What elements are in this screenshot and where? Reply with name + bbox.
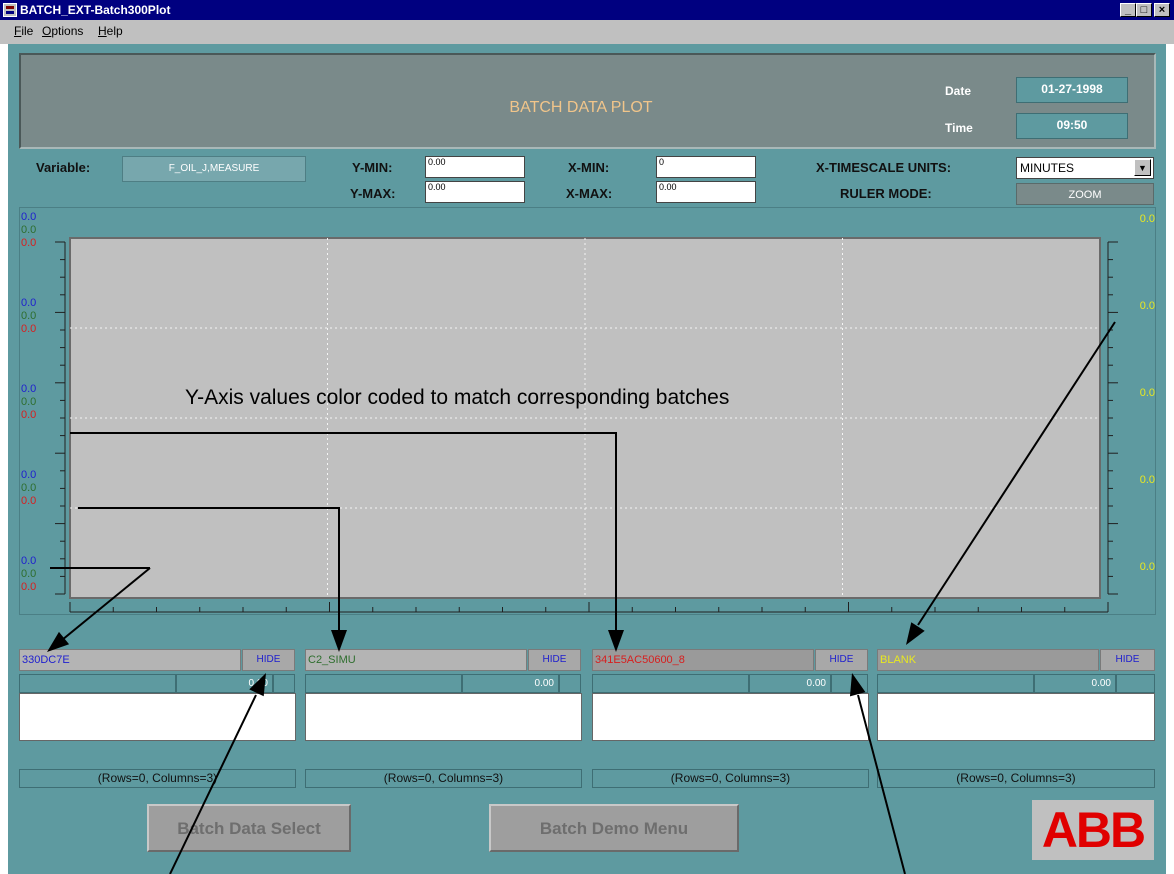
time-value: 09:50 [1016,113,1128,139]
timescale-label: X-TIMESCALE UNITS: [816,160,952,175]
header-panel: BATCH DATA PLOT Date 01-27-1998 Time 09:… [19,53,1156,149]
ymin-label: Y-MIN: [352,160,393,175]
batch-rows-3: (Rows=0, Columns=3) [592,769,869,788]
batch-data-select-button[interactable]: Batch Data Select [147,804,351,852]
y-tick-label-left: 0.0 [21,568,36,580]
y-tick-label-right: 0.0 [1140,213,1155,225]
zoom-button[interactable]: ZOOM [1016,183,1154,205]
batch-value-1: 0.00 [176,674,273,693]
y-tick-label-left: 0.0 [21,323,36,335]
y-tick-label-left: 0.0 [21,469,36,481]
batch-value-2: 0.00 [462,674,559,693]
batch-cell-4 [877,674,1034,693]
y-tick-label-left: 0.0 [21,383,36,395]
xmax-label: X-MAX: [566,186,613,201]
y-tick-label-right: 0.0 [1140,474,1155,486]
time-label: Time [945,121,973,135]
date-label: Date [945,84,972,98]
hide-button-3[interactable]: HIDE [815,649,868,671]
window-title: BATCH_EXT-Batch300Plot [20,3,171,17]
page-title: BATCH DATA PLOT [509,99,653,116]
y-tick-label-left: 0.0 [21,310,36,322]
y-tick-label-left: 0.0 [21,409,36,421]
batch-list-3[interactable] [592,693,869,741]
batch-rows-2: (Rows=0, Columns=3) [305,769,582,788]
batch-value-3: 0.00 [749,674,831,693]
batch-rows-4: (Rows=0, Columns=3) [877,769,1155,788]
minimize-icon[interactable]: _ [1120,3,1136,17]
xmin-label: X-MIN: [568,160,610,175]
ruler-label: RULER MODE: [840,186,932,201]
batch-cell-1b [273,674,295,693]
batch-name-1: 330DC7E [19,649,241,671]
batch-cell-4b [1116,674,1155,693]
xmin-input[interactable]: 0 [656,156,756,178]
batch-name-4: BLANK [877,649,1099,671]
batch-cell-3 [592,674,749,693]
date-value: 01-27-1998 [1016,77,1128,103]
y-tick-label-left: 0.0 [21,396,36,408]
ymin-input[interactable]: 0.00 [425,156,525,178]
batch-cell-3b [831,674,868,693]
batch-cell-2b [559,674,581,693]
batch-name-2: C2_SIMU [305,649,527,671]
app-icon[interactable] [3,3,17,17]
y-tick-label-left: 0.0 [21,495,36,507]
y-tick-label-right: 0.0 [1140,387,1155,399]
chevron-down-icon[interactable]: ▼ [1134,159,1151,176]
batch-value-4: 0.00 [1034,674,1116,693]
plot-svg: 0.00.00.00.00.00.00.00.00.00.00.00.00.00… [21,211,1155,613]
xmax-input[interactable]: 0.00 [656,181,756,203]
y-tick-label-left: 0.0 [21,555,36,567]
logo-text: ABB [1041,802,1146,858]
ymax-label: Y-MAX: [350,186,396,201]
variable-label: Variable: [36,160,91,175]
batch-name-3: 341E5AC50600_8 [592,649,814,671]
y-tick-label-left: 0.0 [21,224,36,236]
menu-help[interactable]: Help [98,24,123,38]
title-bar[interactable]: BATCH_EXT-Batch300Plot _ □ × [0,0,1174,20]
menu-options[interactable]: Options [42,24,83,38]
y-tick-label-left: 0.0 [21,482,36,494]
batch-cell-1 [19,674,176,693]
batch-list-4[interactable] [877,693,1155,741]
ymax-input[interactable]: 0.00 [425,181,525,203]
batch-demo-menu-button[interactable]: Batch Demo Menu [489,804,739,852]
plot-area[interactable]: 0.0 0.0 0.0 0.0 0.0 0.0 0.0 0.0 0.0 0.0 0.0 0.0 0.0 0… [19,207,1156,615]
batch-cell-2 [305,674,462,693]
batch-rows-1: (Rows=0, Columns=3) [19,769,296,788]
y-tick-label-left: 0.0 [21,581,36,593]
y-tick-label-right: 0.0 [1140,300,1155,312]
hide-button-2[interactable]: HIDE [528,649,581,671]
y-tick-label-right: 0.0 [1140,561,1155,573]
y-tick-label-left: 0.0 [21,297,36,309]
batch-list-2[interactable] [305,693,582,741]
hide-button-4[interactable]: HIDE [1100,649,1155,671]
y-tick-label-left: 0.0 [21,237,36,249]
hide-button-1[interactable]: HIDE [242,649,295,671]
annotation-text: Y-Axis values color coded to match corre… [185,386,730,409]
variable-field[interactable]: F_OIL_J,MEASURE [122,156,306,182]
maximize-icon[interactable]: □ [1136,3,1152,17]
menu-file[interactable]: File [14,24,33,38]
batch-list-1[interactable] [19,693,296,741]
menu-bar: File Options Help [0,20,1174,44]
abb-logo: ABB [1032,800,1154,860]
close-icon[interactable]: × [1154,3,1170,17]
y-tick-label-left: 0.0 [21,211,36,223]
